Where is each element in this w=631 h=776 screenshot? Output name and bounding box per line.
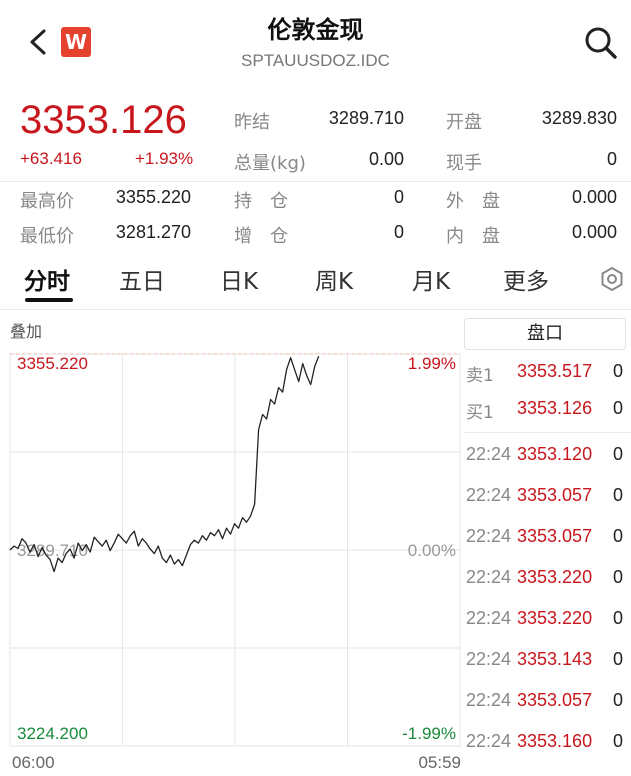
divider	[463, 432, 631, 433]
trade-tick-row: 22:24 3353.160 0	[466, 731, 631, 759]
page-title: 伦敦金现	[267, 16, 364, 44]
x-axis-start-label: 06:00	[12, 753, 55, 772]
tick-volume: 0	[613, 567, 624, 587]
price-line	[9, 355, 320, 573]
pct-mid-label: 0.00%	[408, 541, 456, 560]
tick-time: 22:24	[466, 731, 512, 751]
total-volume-value: 0.00	[368, 149, 404, 169]
ask-1-price: 3353.517	[517, 361, 593, 381]
low-label: 最低价	[20, 226, 74, 247]
tick-time: 22:24	[466, 649, 512, 669]
inner-disk-label: 内 盘	[446, 226, 500, 247]
tick-time: 22:24	[466, 485, 512, 505]
open-value: 3289.830	[541, 108, 617, 128]
high-label: 最高价	[20, 191, 74, 212]
tick-time: 22:24	[466, 444, 512, 464]
ask-1-volume: 0	[613, 361, 624, 381]
tab-daily-k[interactable]: 日K	[220, 262, 258, 296]
divider	[0, 181, 631, 182]
tick-volume: 0	[613, 608, 624, 628]
high-value: 3355.220	[115, 187, 191, 207]
open-label: 开盘	[446, 112, 482, 133]
price-change: +63.416	[20, 149, 82, 168]
header: W 伦敦金现 SPTAUUSDOZ.IDC	[0, 0, 631, 96]
tick-price: 3353.057	[517, 690, 593, 710]
tick-price: 3353.143	[517, 649, 593, 669]
tick-volume: 0	[613, 731, 624, 751]
position-change-label: 增 仓	[234, 226, 288, 247]
outer-disk-label: 外 盘	[446, 191, 500, 212]
symbol-code: SPTAUUSDOZ.IDC	[241, 51, 390, 70]
tick-price: 3353.057	[517, 485, 593, 505]
pct-top-label: 1.99%	[408, 354, 456, 373]
tick-price: 3353.057	[517, 526, 593, 546]
trade-tick-row: 22:24 3353.057 0	[466, 526, 631, 554]
open-interest-value: 0	[393, 187, 404, 207]
tick-time: 22:24	[466, 690, 512, 710]
bid-1-row: 买1 3353.126 0	[466, 398, 631, 426]
active-tab-indicator	[25, 298, 73, 302]
bid-1-volume: 0	[613, 398, 624, 418]
tick-volume: 0	[613, 649, 624, 669]
trade-tick-row: 22:24 3353.057 0	[466, 690, 631, 718]
y-axis-top-label: 3355.220	[17, 354, 88, 373]
price-change-percent: +1.93%	[135, 149, 194, 168]
bid-1-label: 买1	[466, 403, 494, 423]
position-change-value: 0	[393, 222, 404, 242]
tick-volume: 0	[613, 485, 624, 505]
overlay-button[interactable]: 叠加	[10, 318, 42, 342]
current-lot-label: 现手	[446, 153, 482, 174]
settings-gear-icon[interactable]	[598, 265, 626, 293]
tab-monthly-k[interactable]: 月K	[412, 262, 450, 296]
tick-volume: 0	[613, 444, 624, 464]
y-axis-bottom-label: 3224.200	[17, 724, 88, 743]
tick-time: 22:24	[466, 608, 512, 628]
x-axis-end-label: 05:59	[418, 753, 461, 772]
prev-settle-label: 昨结	[234, 112, 270, 133]
search-icon[interactable]	[582, 24, 620, 62]
tab-intraday[interactable]: 分时	[24, 262, 70, 296]
pct-bottom-label: -1.99%	[402, 724, 456, 743]
outer-disk-value: 0.000	[571, 187, 617, 207]
trade-tick-row: 22:24 3353.057 0	[466, 485, 631, 513]
trade-tick-row: 22:24 3353.220 0	[466, 608, 631, 636]
chart-axis-labels: 3355.220 3289.710 3224.200 1.99% 0.00% -1.99%…	[12, 354, 461, 772]
tick-volume: 0	[613, 690, 624, 710]
chart-series	[9, 355, 320, 573]
tick-time: 22:24	[466, 567, 512, 587]
open-interest-label: 持 仓	[234, 191, 288, 212]
tick-volume: 0	[613, 526, 624, 546]
tab-five-day[interactable]: 五日	[119, 262, 165, 296]
tick-time: 22:24	[466, 526, 512, 546]
trade-tick-row: 22:24 3353.120 0	[466, 444, 631, 472]
tab-more[interactable]: 更多	[503, 262, 549, 296]
current-lot-value: 0	[606, 149, 617, 169]
prev-settle-value: 3289.710	[328, 108, 404, 128]
ask-1-row: 卖1 3353.517 0	[466, 361, 631, 389]
last-price: 3353.126	[20, 98, 187, 142]
tick-price: 3353.160	[517, 731, 593, 751]
trade-tick-row: 22:24 3353.220 0	[466, 567, 631, 595]
tick-price: 3353.120	[517, 444, 593, 464]
tick-price: 3353.220	[517, 567, 593, 587]
tick-price: 3353.220	[517, 608, 593, 628]
inner-disk-value: 0.000	[571, 222, 617, 242]
intraday-chart: 3355.220 3289.710 3224.200 1.99% 0.00% -1.99%…	[9, 353, 461, 772]
total-volume-label: 总量(kg)	[234, 153, 306, 174]
trade-tick-row: 22:24 3353.143 0	[466, 649, 631, 677]
bid-1-price: 3353.126	[517, 398, 593, 418]
y-axis-mid-label: 3289.710	[17, 541, 88, 560]
ask-1-label: 卖1	[466, 366, 494, 386]
order-book-button[interactable]: 盘口	[464, 318, 626, 350]
tab-weekly-k[interactable]: 周K	[315, 262, 353, 296]
low-value: 3281.270	[115, 222, 191, 242]
divider	[0, 309, 631, 310]
